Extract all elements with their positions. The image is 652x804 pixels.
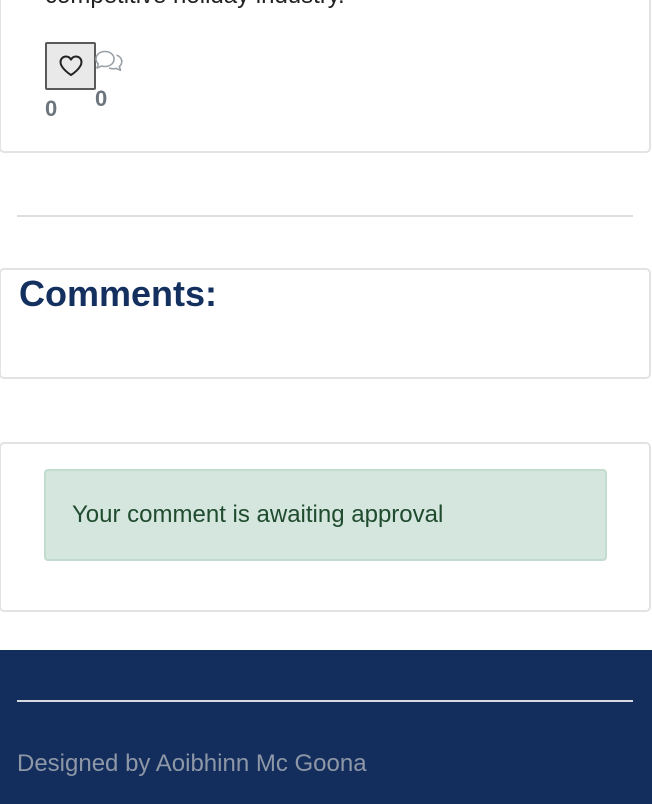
comments-card: Comments: [0,268,651,379]
footer-credit: Designed by Aoibhinn Mc Goona [17,750,367,777]
speech-bubbles-icon[interactable] [93,48,125,74]
approval-card: Your comment is awaiting approval [0,442,651,612]
comment-count: 0 [95,86,108,111]
approval-alert: Your comment is awaiting approval [44,469,607,561]
post-text: competitive holiday industry. [45,0,345,8]
like-count: 0 [45,96,58,121]
post-card: competitive holiday industry. 0 0 [0,0,651,153]
approval-message: Your comment is awaiting approval [72,501,444,528]
heart-icon [59,55,82,76]
footer: Designed by Aoibhinn Mc Goona [0,650,652,804]
like-button[interactable] [45,42,96,90]
section-divider [17,215,633,217]
footer-divider [17,700,633,702]
comments-heading: Comments: [19,273,218,314]
